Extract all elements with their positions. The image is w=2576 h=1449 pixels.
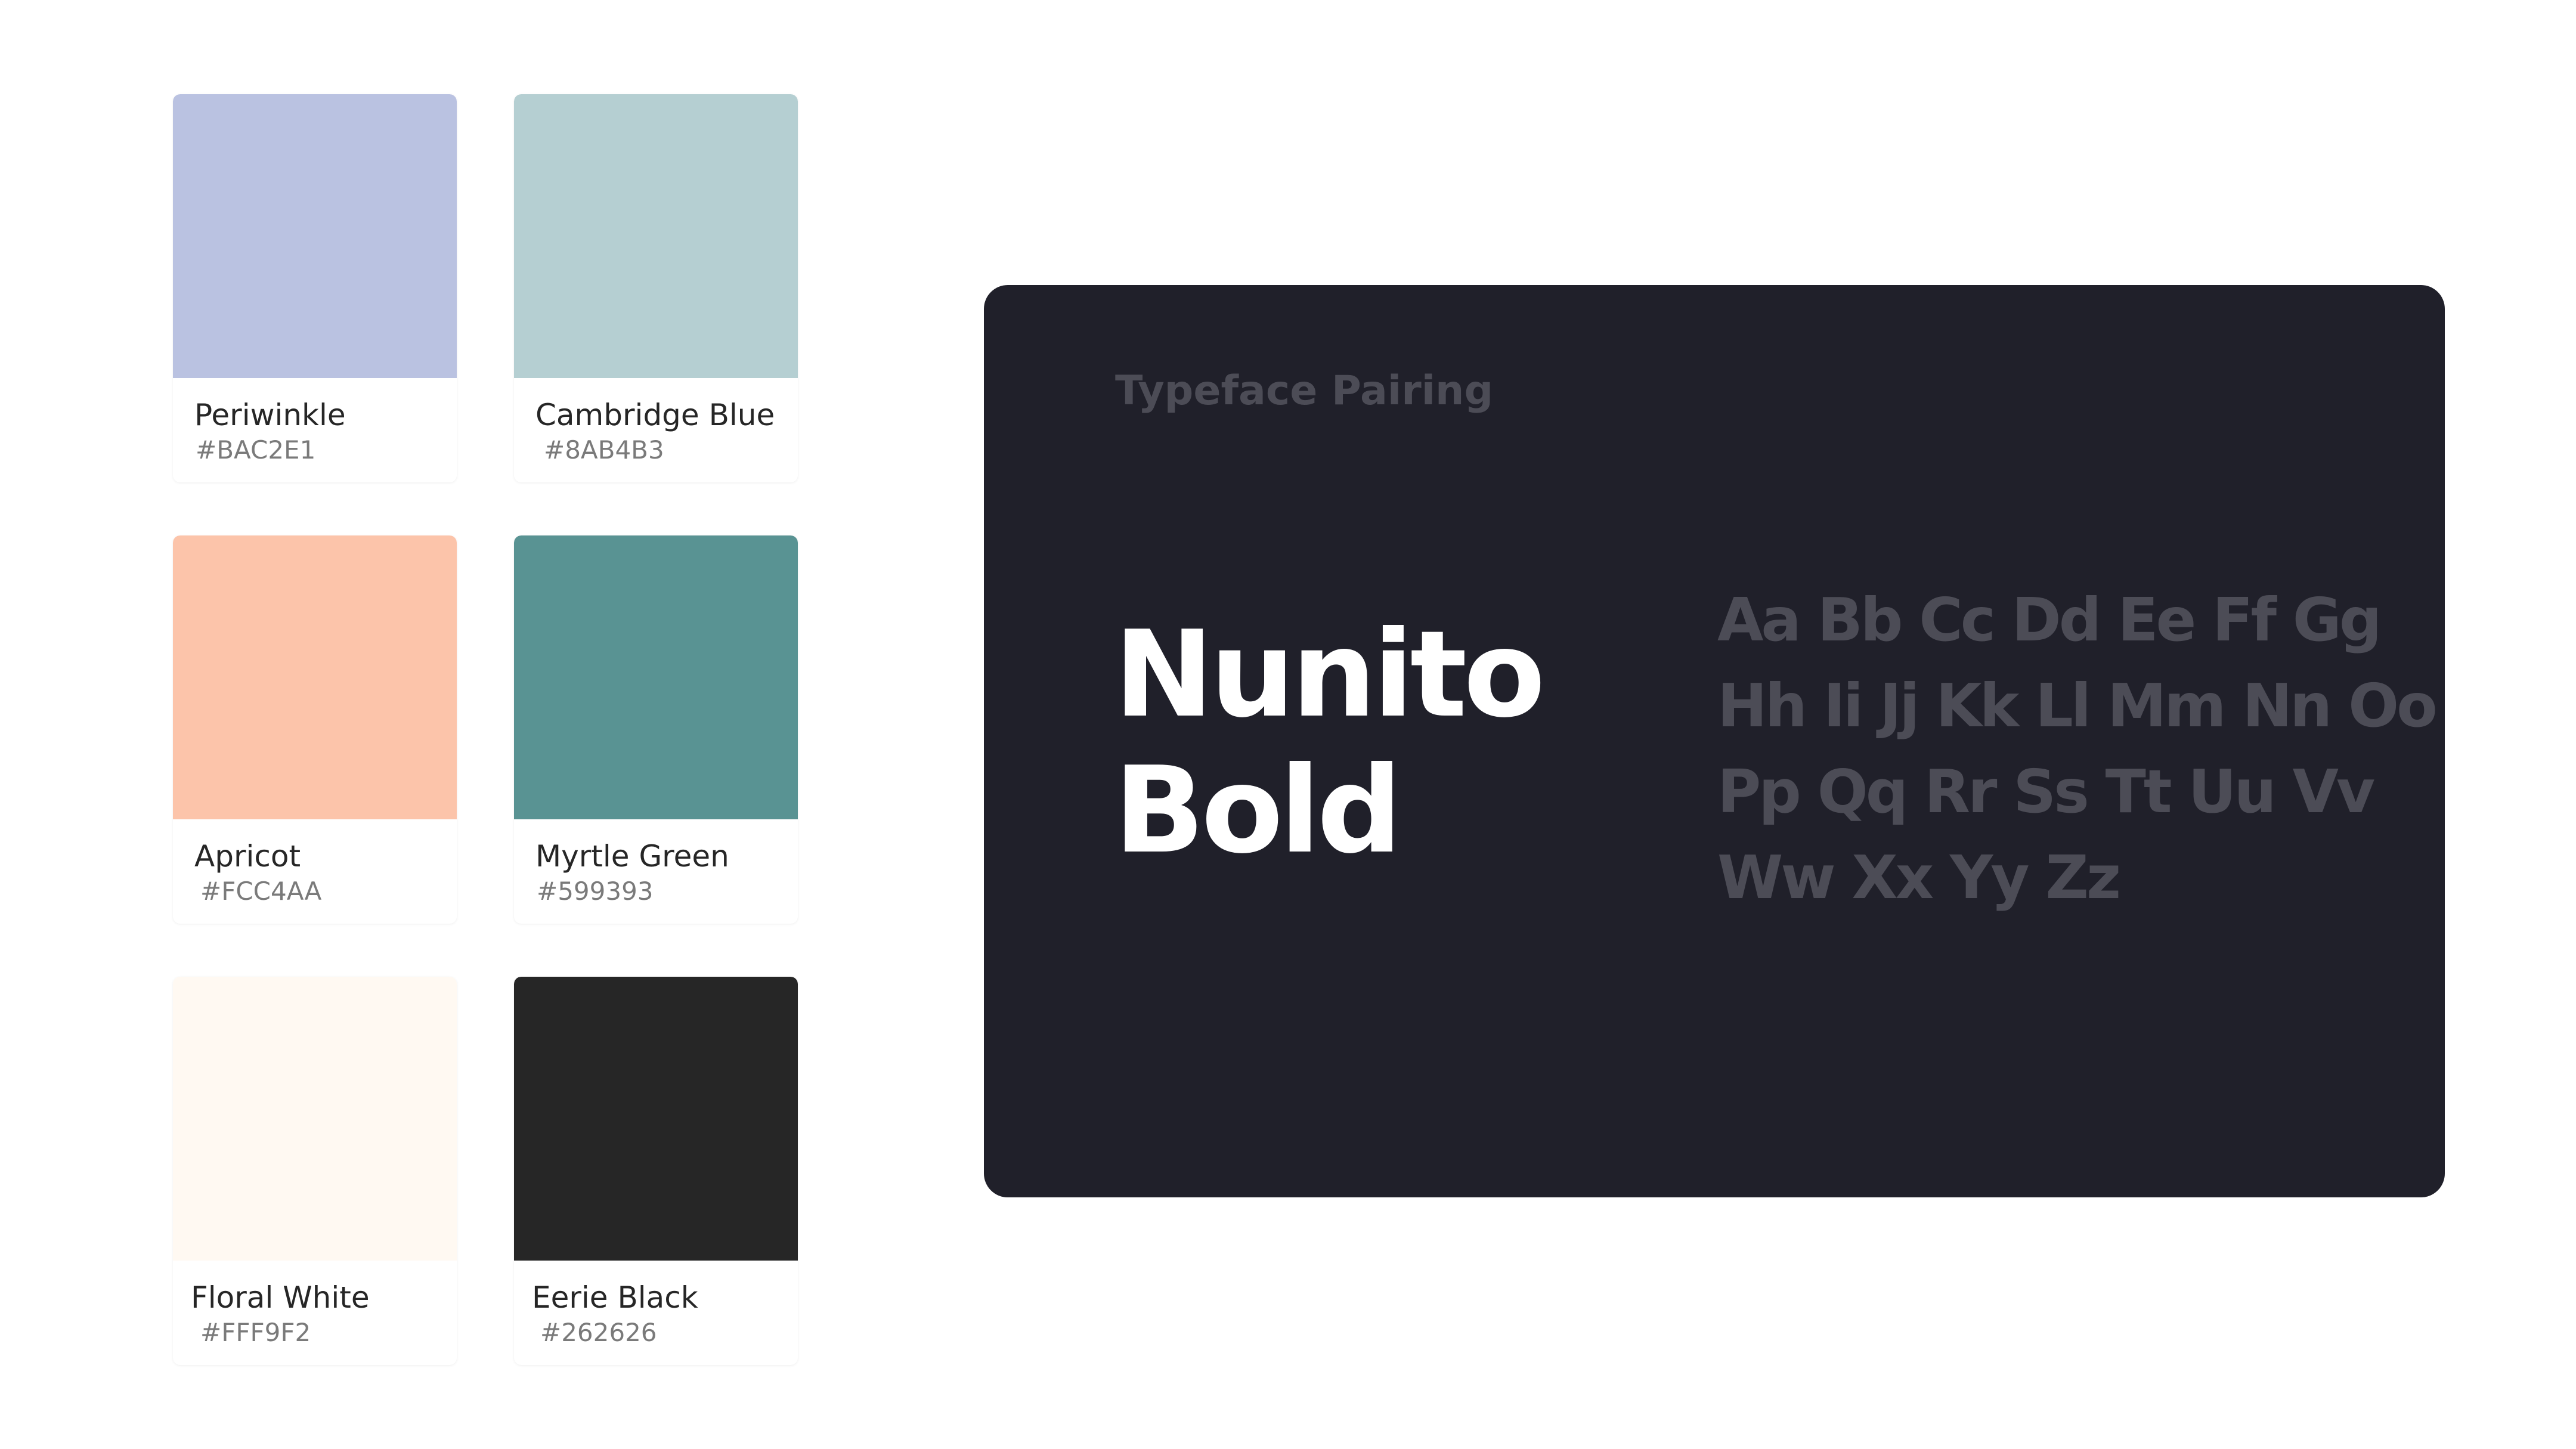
swatch-name: Floral White bbox=[191, 1280, 370, 1315]
swatch-color-periwinkle bbox=[173, 94, 457, 378]
swatch-hex: #FFF9F2 bbox=[200, 1318, 311, 1347]
alphabet-line-3: Pp Qq Rr Ss Tt Uu Vv bbox=[1717, 757, 2375, 826]
swatch-name: Eerie Black bbox=[532, 1280, 698, 1315]
alphabet-line-4: Ww Xx Yy Zz bbox=[1717, 843, 2121, 912]
swatch-card-apricot: Apricot #FCC4AA bbox=[173, 535, 457, 924]
swatch-hex: #FCC4AA bbox=[200, 877, 322, 906]
typeface-name-line-1: Nunito bbox=[1114, 605, 1546, 744]
typeface-pairing-card: Typeface Pairing Nunito Bold Aa Bb Cc Dd… bbox=[984, 285, 2445, 1197]
swatch-hex: #BAC2E1 bbox=[196, 435, 316, 465]
swatch-color-apricot bbox=[173, 535, 457, 819]
swatch-card-myrtle-green: Myrtle Green #599393 bbox=[514, 535, 798, 924]
swatch-hex: #599393 bbox=[537, 877, 654, 906]
swatch-color-eerie-black bbox=[514, 977, 798, 1261]
alphabet-specimen: Aa Bb Cc Dd Ee Ff Gg Hh Ii Jj Kk Ll Mm N… bbox=[1717, 577, 2438, 921]
swatch-name: Myrtle Green bbox=[535, 839, 729, 874]
swatch-card-eerie-black: Eerie Black #262626 bbox=[514, 977, 798, 1365]
swatch-name: Cambridge Blue bbox=[535, 398, 775, 432]
color-palette: Periwinkle #BAC2E1 Cambridge Blue #8AB4B… bbox=[0, 0, 894, 1449]
typeface-pairing-label: Typeface Pairing bbox=[1115, 367, 1494, 414]
alphabet-line-2: Hh Ii Jj Kk Ll Mm Nn Oo bbox=[1717, 671, 2438, 741]
swatch-color-floral-white bbox=[173, 977, 457, 1261]
alphabet-line-1: Aa Bb Cc Dd Ee Ff Gg bbox=[1717, 585, 2382, 655]
swatch-card-floral-white: Floral White #FFF9F2 bbox=[173, 977, 457, 1365]
swatch-name: Apricot bbox=[194, 839, 301, 874]
swatch-color-myrtle-green bbox=[514, 535, 798, 819]
swatch-card-periwinkle: Periwinkle #BAC2E1 bbox=[173, 94, 457, 482]
typeface-name: Nunito Bold bbox=[1114, 605, 1546, 880]
swatch-card-cambridge-blue: Cambridge Blue #8AB4B3 bbox=[514, 94, 798, 482]
swatch-color-cambridge-blue bbox=[514, 94, 798, 378]
typeface-name-line-2: Bold bbox=[1114, 741, 1402, 880]
swatch-hex: #262626 bbox=[540, 1318, 657, 1347]
swatch-name: Periwinkle bbox=[194, 398, 346, 432]
swatch-hex: #8AB4B3 bbox=[544, 435, 664, 465]
